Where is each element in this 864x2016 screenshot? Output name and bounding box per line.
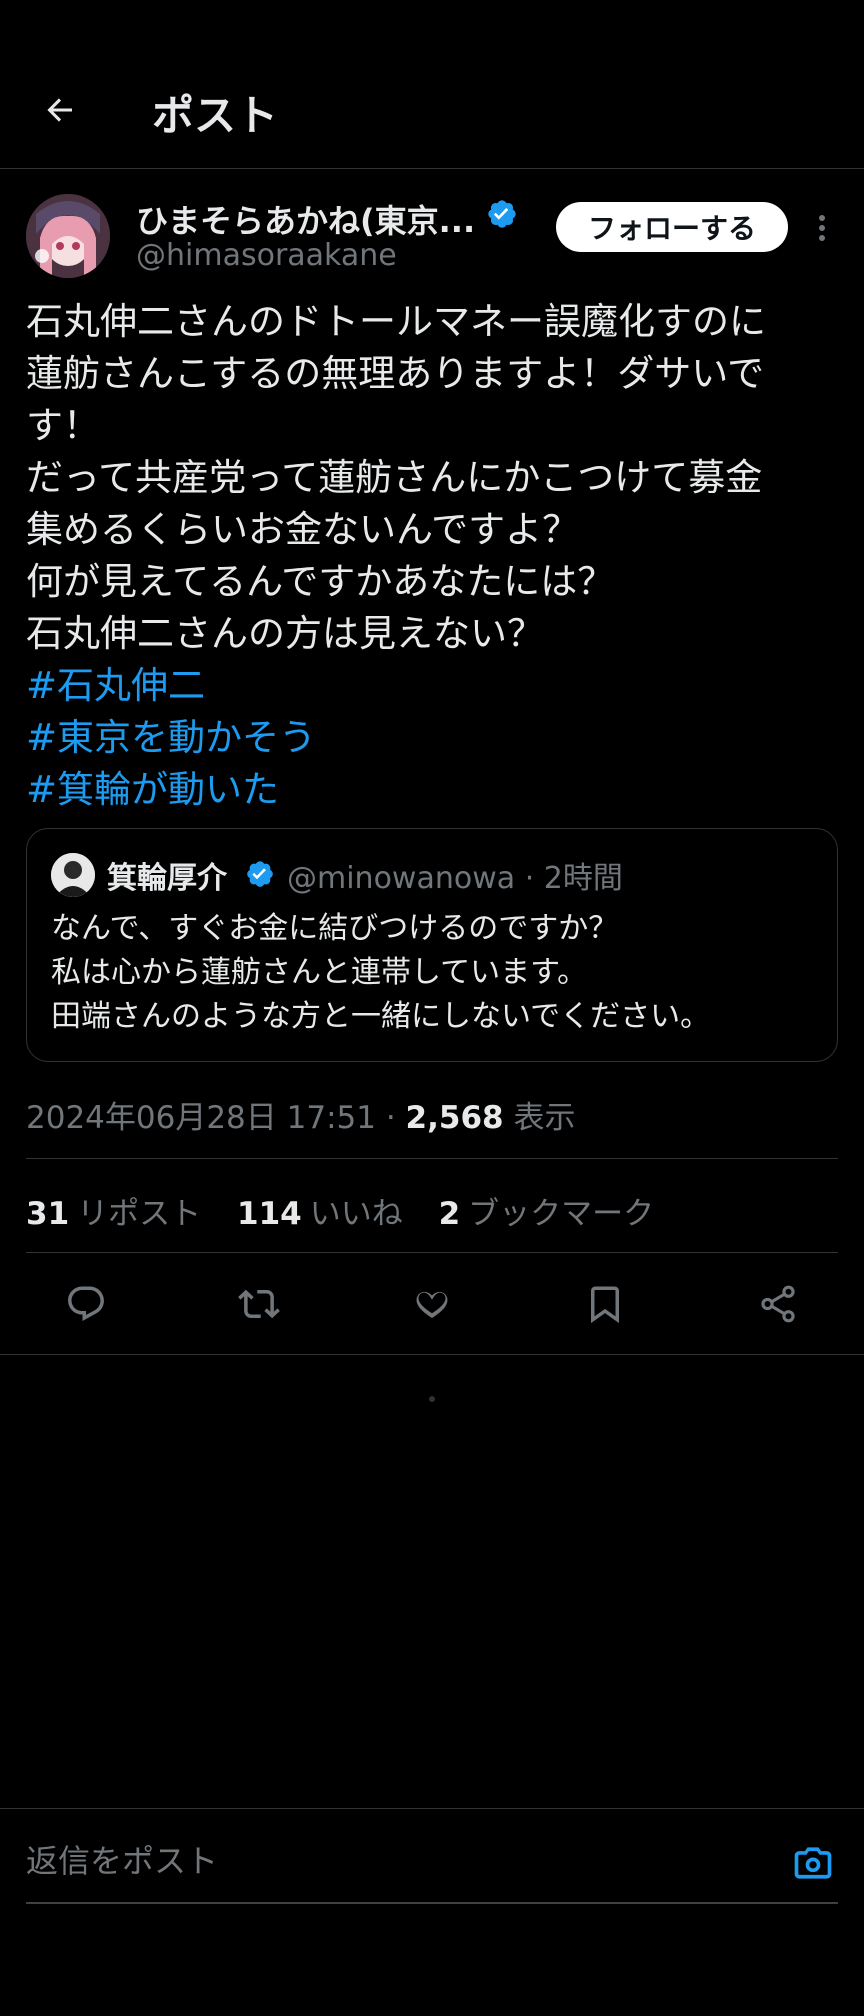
- bookmark-label: ブックマーク: [468, 1196, 655, 1232]
- share-icon[interactable]: [752, 1278, 804, 1330]
- tweet-timestamp-row: 2024年06月28日 17:51 · 2,568 表示: [26, 1092, 575, 1137]
- tweet-line: 石丸伸二さんのドトールマネー誤魔化すのに: [26, 300, 766, 343]
- quoted-text: なんで、すぐお金に結びつけるのですか？ 私は心から蓮舫さんと連帯しています。 田…: [51, 907, 811, 1039]
- follow-button[interactable]: フォローする: [556, 202, 788, 252]
- tweet-text: 石丸伸二さんのドトールマネー誤魔化すのに 蓮舫さんこするの無理ありますよ！ダサい…: [26, 296, 838, 816]
- repost-icon[interactable]: [233, 1278, 285, 1330]
- repost-count: 31: [26, 1196, 70, 1232]
- hashtag-link[interactable]: #箕輪が動いた: [26, 764, 838, 816]
- bookmark-count: 2: [438, 1196, 461, 1232]
- tweet-line: だって共産党って蓮舫さんにかこつけて募金: [26, 456, 763, 499]
- more-options-icon[interactable]: [808, 208, 836, 248]
- quoted-time: · 2時間: [524, 861, 623, 896]
- author-display-name[interactable]: ひまそらあかね(東京...: [136, 196, 475, 242]
- tweet-line: 集めるくらいお金ないんですよ？: [26, 508, 580, 551]
- bookmark-stat[interactable]: 2 ブックマーク: [439, 1196, 655, 1232]
- verified-badge-icon: [486, 198, 518, 230]
- action-bar: [0, 1254, 864, 1355]
- view-count: 2,568: [405, 1100, 504, 1136]
- reply-underline: [26, 1902, 838, 1904]
- page-title: ポスト: [152, 91, 279, 140]
- divider: [26, 1158, 838, 1159]
- top-bar: ポスト: [0, 0, 864, 169]
- tweet-line: 蓮舫さんこするの無理ありますよ！ダサいで: [26, 352, 765, 395]
- quoted-handle: @minowanowa: [287, 861, 516, 896]
- divider: [26, 1252, 838, 1253]
- hashtag-link[interactable]: #石丸伸二: [26, 660, 838, 712]
- tweet-line: 何が見えてるんですかあなたには？: [26, 560, 615, 603]
- repost-label: リポスト: [77, 1196, 202, 1232]
- loading-indicator: [429, 1396, 435, 1402]
- like-icon[interactable]: [406, 1278, 458, 1330]
- like-count: 114: [237, 1196, 302, 1232]
- hashtag-link[interactable]: #東京を動かそう: [26, 712, 838, 764]
- quoted-line: 田端さんのような方と一緒にしないでください。: [51, 999, 711, 1034]
- tweet-line: 石丸伸二さんの方は見えない？: [26, 612, 544, 655]
- like-label: いいね: [309, 1196, 403, 1232]
- like-stat[interactable]: 114 いいね: [237, 1196, 403, 1232]
- tweet-datetime[interactable]: 2024年06月28日 17:51 ·: [26, 1100, 406, 1136]
- repost-stat[interactable]: 31 リポスト: [26, 1196, 201, 1232]
- quoted-line: なんで、すぐお金に結びつけるのですか？: [51, 911, 619, 946]
- view-label: 表示: [503, 1100, 576, 1136]
- quoted-author-name: 箕輪厚介: [107, 861, 227, 896]
- reply-icon[interactable]: [60, 1278, 112, 1330]
- tweet-line: す！: [26, 404, 100, 447]
- author-handle[interactable]: @himasoraakane: [136, 238, 397, 273]
- quoted-meta: @minowanowa · 2時間: [287, 853, 623, 897]
- reply-divider: [0, 1808, 864, 1809]
- quoted-author-avatar: [51, 853, 95, 897]
- camera-icon[interactable]: [788, 1838, 838, 1888]
- back-arrow-icon[interactable]: [34, 84, 86, 136]
- quoted-tweet-card[interactable]: 箕輪厚介 @minowanowa · 2時間 なんで、すぐお金に結びつけるのです…: [26, 828, 838, 1062]
- author-avatar[interactable]: [26, 194, 110, 278]
- quoted-line: 私は心から蓮舫さんと連帯しています。: [51, 955, 588, 990]
- engagement-stats: 31 リポスト 114 いいね 2 ブックマーク: [26, 1188, 680, 1233]
- bookmark-icon[interactable]: [579, 1278, 631, 1330]
- verified-badge-icon: [245, 859, 275, 889]
- reply-input[interactable]: 返信をポスト: [26, 1836, 766, 1882]
